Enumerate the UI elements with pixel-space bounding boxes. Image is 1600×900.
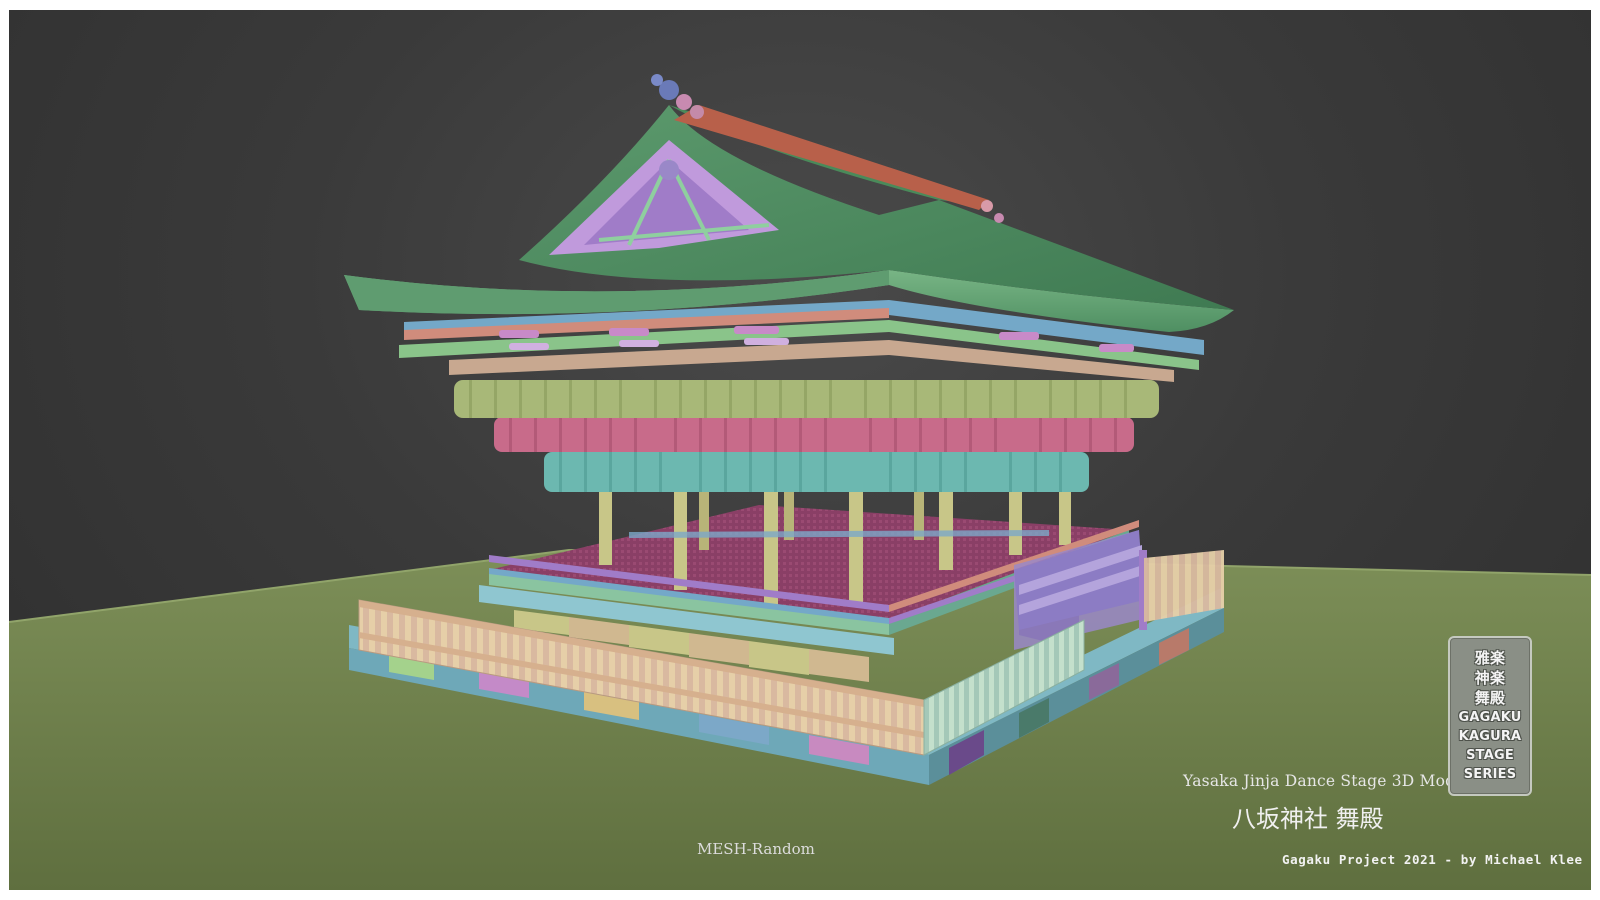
shading-mode-label: MESH-Random [697,840,815,858]
credit-line: Gagaku Project 2021 - by Michael Klee [1282,852,1583,867]
lantern-row-teal [544,452,1089,492]
badge-line: 舞殿 [1474,689,1506,707]
badge-line: STAGE [1466,748,1514,763]
badge-line: 雅楽 [1474,649,1506,667]
badge-line: KAGURA [1458,729,1522,744]
model-title: Yasaka Jinja Dance Stage 3D Model [1183,772,1470,790]
series-badge: 雅楽 神楽 舞殿 GAGAKU KAGURA STAGE SERIES [1448,636,1532,796]
model-title-japanese: 八坂神社 舞殿 [1232,805,1384,833]
pavilion-model[interactable] [9,10,1591,890]
main-roof [344,74,1234,332]
badge-line: 神楽 [1474,669,1506,687]
lantern-row-pink [494,417,1134,452]
badge-line: GAGAKU [1458,710,1522,725]
lantern-row-green [454,380,1159,418]
badge-line: SERIES [1463,767,1517,782]
3d-viewport[interactable]: MESH-Random Yasaka Jinja Dance Stage 3D … [9,10,1591,890]
